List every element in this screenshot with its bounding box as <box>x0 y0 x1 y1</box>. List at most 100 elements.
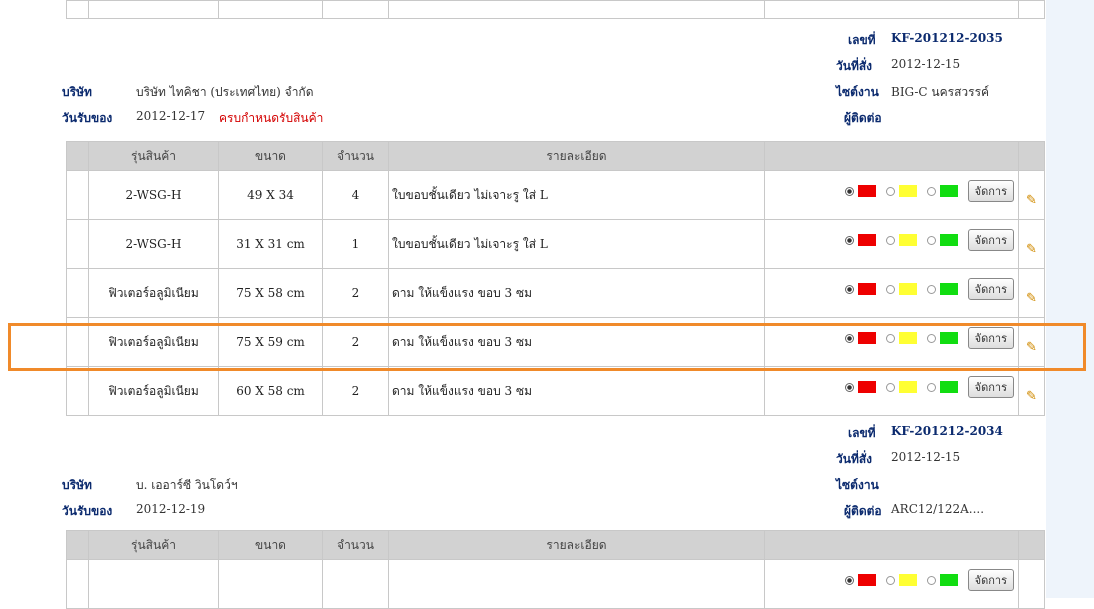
table-row: 2-WSG-H 31 X 31 cm 1 ใบขอบชั้นเดียว ไม่เ… <box>66 219 1045 269</box>
table-header-row: รุ่นสินค้า ขนาด จำนวน รายละเอียด <box>66 141 1045 171</box>
status-radio-green[interactable] <box>926 333 936 343</box>
doc-no-value: KF-201212-2035 <box>891 31 1003 45</box>
order-date-label: วันที่สั่ง <box>836 59 873 73</box>
status-radio-green[interactable] <box>926 186 936 196</box>
status-radio-green[interactable] <box>926 235 936 245</box>
edit-pencil-icon[interactable]: ✎ <box>1019 193 1044 208</box>
status-radio-yellow[interactable] <box>885 575 895 585</box>
orders-panel: เลขที่ KF-201212-2035 วันที่สั่ง 2012-12… <box>62 0 1045 609</box>
company-label: บริษัท <box>62 85 92 99</box>
row-size: 60 X 58 cm <box>218 366 323 416</box>
status-radio-red[interactable] <box>844 575 854 585</box>
manage-button[interactable]: จัดการ <box>967 229 1014 251</box>
red-swatch <box>857 234 876 246</box>
red-swatch <box>857 283 876 295</box>
table-row-partial: จัดการ <box>66 559 1045 609</box>
edit-pencil-icon[interactable]: ✎ <box>1019 389 1044 404</box>
status-radio-yellow[interactable] <box>885 235 895 245</box>
status-radio-green[interactable] <box>926 382 936 392</box>
row-qty: 2 <box>322 366 389 416</box>
status-radio-yellow[interactable] <box>885 186 895 196</box>
table-row: ฟิวเตอร์อลูมิเนียม 60 X 58 cm 2 ดาม ให้แ… <box>66 366 1045 416</box>
red-swatch <box>857 185 876 197</box>
row-qty: 2 <box>322 317 389 367</box>
col-qty: จำนวน <box>322 141 389 171</box>
yellow-swatch <box>898 332 917 344</box>
yellow-swatch <box>898 185 917 197</box>
status-radio-red[interactable] <box>844 235 854 245</box>
status-controls: จัดการ <box>765 327 1018 349</box>
row-model: ฟิวเตอร์อลูมิเนียม <box>88 268 219 318</box>
status-controls: จัดการ <box>765 180 1018 202</box>
yellow-swatch <box>898 283 917 295</box>
col-detail: รายละเอียด <box>388 141 765 171</box>
table-row-highlighted: ฟิวเตอร์อลูมิเนียม 75 X 59 cm 2 ดาม ให้แ… <box>66 317 1045 367</box>
row-size: 75 X 58 cm <box>218 268 323 318</box>
row-detail: ดาม ให้แข็งแรง ขอบ 3 ซม <box>388 317 765 367</box>
company-value: บ. เออาร์ซี วินโดว์ฯ <box>136 478 238 492</box>
row-model: 2-WSG-H <box>88 219 219 269</box>
green-swatch <box>939 381 958 393</box>
status-controls: จัดการ <box>765 278 1018 300</box>
green-swatch <box>939 332 958 344</box>
order-items-table-1: รุ่นสินค้า ขนาด จำนวน รายละเอียด 2-WSG-H… <box>66 141 1045 416</box>
col-qty: จำนวน <box>322 530 389 560</box>
status-radio-green[interactable] <box>926 284 936 294</box>
red-swatch <box>857 381 876 393</box>
status-radio-yellow[interactable] <box>885 333 895 343</box>
row-qty: 1 <box>322 219 389 269</box>
order-date-label: วันที่สั่ง <box>836 452 873 466</box>
row-model: ฟิวเตอร์อลูมิเนียม <box>88 317 219 367</box>
col-model: รุ่นสินค้า <box>88 530 219 560</box>
receive-date-label: วันรับของ <box>62 504 113 518</box>
yellow-swatch <box>898 381 917 393</box>
manage-button[interactable]: จัดการ <box>967 376 1014 398</box>
manage-button[interactable]: จัดการ <box>967 327 1014 349</box>
table-row: 2-WSG-H 49 X 34 4 ใบขอบชั้นเดียว ไม่เจาะ… <box>66 170 1045 220</box>
green-swatch <box>939 185 958 197</box>
row-qty: 2 <box>322 268 389 318</box>
status-radio-red[interactable] <box>844 382 854 392</box>
row-detail: ดาม ให้แข็งแรง ขอบ 3 ซม <box>388 366 765 416</box>
order-items-table-2: รุ่นสินค้า ขนาด จำนวน รายละเอียด จัดการ <box>66 530 1045 609</box>
status-radio-yellow[interactable] <box>885 382 895 392</box>
edit-pencil-icon[interactable]: ✎ <box>1019 291 1044 306</box>
status-radio-yellow[interactable] <box>885 284 895 294</box>
row-detail: ใบขอบชั้นเดียว ไม่เจาะรู ใส่ L <box>388 170 765 220</box>
receive-date-value: 2012-12-19 <box>136 502 206 516</box>
order-date-value: 2012-12-15 <box>891 450 961 464</box>
col-detail: รายละเอียด <box>388 530 765 560</box>
green-swatch <box>939 574 958 586</box>
row-size: 75 X 59 cm <box>218 317 323 367</box>
edit-pencil-icon[interactable]: ✎ <box>1019 340 1044 355</box>
status-radio-red[interactable] <box>844 333 854 343</box>
site-value: BIG-C นครสวรรค์ <box>891 85 990 99</box>
manage-button[interactable]: จัดการ <box>967 278 1014 300</box>
edit-pencil-icon[interactable]: ✎ <box>1019 242 1044 257</box>
col-size: ขนาด <box>218 530 323 560</box>
col-size: ขนาด <box>218 141 323 171</box>
status-radio-red[interactable] <box>844 186 854 196</box>
site-label: ไซต์งาน <box>836 85 879 99</box>
contact-label: ผู้ติดต่อ <box>844 504 882 518</box>
green-swatch <box>939 234 958 246</box>
order-header-2: เลขที่ KF-201212-2034 วันที่สั่ง 2012-12… <box>62 416 1044 530</box>
contact-label: ผู้ติดต่อ <box>844 111 882 125</box>
row-detail: ดาม ให้แข็งแรง ขอบ 3 ซม <box>388 268 765 318</box>
receive-due-note: ครบกำหนดรับสินค้า <box>219 111 324 125</box>
previous-order-table-partial <box>66 0 1045 19</box>
row-model: 2-WSG-H <box>88 170 219 220</box>
status-controls: จัดการ <box>765 569 1018 591</box>
company-label: บริษัท <box>62 478 92 492</box>
status-radio-red[interactable] <box>844 284 854 294</box>
contact-value: ARC12/122A.... <box>891 502 985 516</box>
table-header-row: รุ่นสินค้า ขนาด จำนวน รายละเอียด <box>66 530 1045 560</box>
manage-button[interactable]: จัดการ <box>967 569 1014 591</box>
status-radio-green[interactable] <box>926 575 936 585</box>
doc-no-value: KF-201212-2034 <box>891 424 1003 438</box>
red-swatch <box>857 574 876 586</box>
manage-button[interactable]: จัดการ <box>967 180 1014 202</box>
table-row: ฟิวเตอร์อลูมิเนียม 75 X 58 cm 2 ดาม ให้แ… <box>66 268 1045 318</box>
receive-date-value: 2012-12-17 <box>136 109 206 123</box>
col-model: รุ่นสินค้า <box>88 141 219 171</box>
